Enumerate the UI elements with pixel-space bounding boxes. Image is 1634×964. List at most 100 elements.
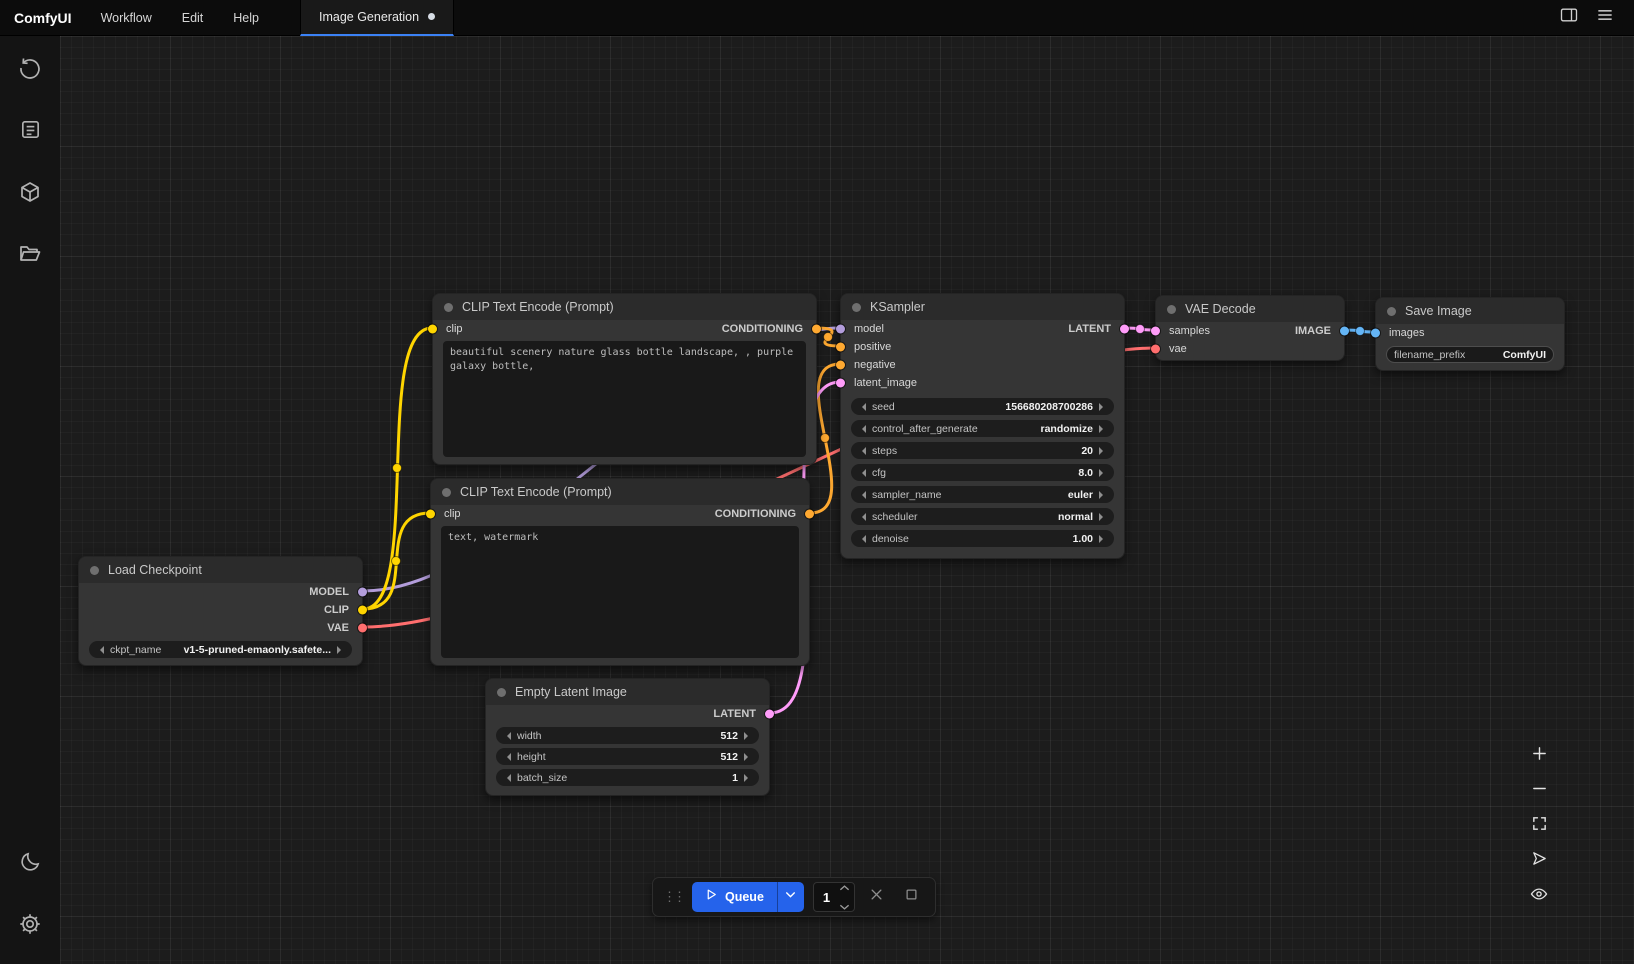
increment-icon[interactable] <box>744 774 752 782</box>
node-empty-latent-image[interactable]: Empty Latent Image LATENT width 512 heig… <box>485 678 770 796</box>
input-dot-latent-image[interactable] <box>836 379 845 388</box>
widget-steps[interactable]: steps 20 <box>851 442 1114 459</box>
node-header[interactable]: Save Image <box>1376 298 1564 324</box>
cancel-run-button[interactable] <box>864 884 890 910</box>
widget-batch-size[interactable]: batch_size 1 <box>496 769 759 786</box>
node-header[interactable]: Empty Latent Image <box>486 679 769 705</box>
stepper-down-icon[interactable] <box>839 898 850 916</box>
increment-icon[interactable] <box>1099 403 1107 411</box>
widget-scheduler[interactable]: scheduler normal <box>851 508 1114 525</box>
select-mode-button[interactable] <box>1522 847 1556 875</box>
menu-help[interactable]: Help <box>218 0 274 36</box>
toggle-panel-button[interactable] <box>1554 4 1584 32</box>
increment-icon[interactable] <box>1099 535 1107 543</box>
queue-button[interactable]: Queue <box>692 882 804 912</box>
zoom-out-button[interactable] <box>1522 777 1556 805</box>
increment-icon[interactable] <box>1099 447 1107 455</box>
fit-view-button[interactable] <box>1522 812 1556 840</box>
sidebar-model-library-button[interactable] <box>9 174 51 214</box>
node-graph-canvas[interactable]: Load Checkpoint MODEL CLIP VAE ckpt_name… <box>60 36 1634 964</box>
collapse-dot-icon[interactable] <box>1167 305 1176 314</box>
combo-prev-icon[interactable] <box>858 513 866 521</box>
input-dot-positive[interactable] <box>836 343 845 352</box>
decrement-icon[interactable] <box>858 535 866 543</box>
stepper-up-icon[interactable] <box>839 878 850 896</box>
main-menu-button[interactable] <box>1590 4 1620 32</box>
input-dot-clip[interactable] <box>428 325 437 334</box>
collapse-dot-icon[interactable] <box>852 303 861 312</box>
combo-prev-icon[interactable] <box>858 491 866 499</box>
decrement-icon[interactable] <box>858 469 866 477</box>
node-save-image[interactable]: Save Image images filename_prefix ComfyU… <box>1375 297 1565 371</box>
node-header[interactable]: KSampler <box>841 294 1124 320</box>
decrement-icon[interactable] <box>858 447 866 455</box>
decrement-icon[interactable] <box>503 774 511 782</box>
node-header[interactable]: CLIP Text Encode (Prompt) <box>433 294 816 320</box>
sidebar-node-library-button[interactable] <box>9 112 51 152</box>
collapse-dot-icon[interactable] <box>442 488 451 497</box>
combo-next-icon[interactable] <box>1099 425 1107 433</box>
increment-icon[interactable] <box>744 732 752 740</box>
input-dot-model[interactable] <box>836 325 845 334</box>
collapse-dot-icon[interactable] <box>1387 307 1396 316</box>
decrement-icon[interactable] <box>858 403 866 411</box>
node-clip-text-encode-positive[interactable]: CLIP Text Encode (Prompt) clip CONDITION… <box>432 293 817 465</box>
output-dot-model[interactable] <box>358 588 367 597</box>
input-dot-images[interactable] <box>1371 329 1380 338</box>
input-dot-negative[interactable] <box>836 361 845 370</box>
increment-icon[interactable] <box>744 753 752 761</box>
combo-prev-icon[interactable] <box>96 646 104 654</box>
sidebar-workflows-button[interactable] <box>9 236 51 276</box>
batch-count-stepper[interactable]: 1 <box>813 882 855 912</box>
node-vae-decode[interactable]: VAE Decode samples IMAGE vae <box>1155 295 1345 361</box>
node-ksampler[interactable]: KSampler model LATENT positive negative … <box>840 293 1125 559</box>
combo-prev-icon[interactable] <box>858 425 866 433</box>
node-header[interactable]: CLIP Text Encode (Prompt) <box>431 479 809 505</box>
output-dot-image[interactable] <box>1340 327 1349 336</box>
tab-image-generation[interactable]: Image Generation <box>300 0 454 36</box>
increment-icon[interactable] <box>1099 469 1107 477</box>
node-load-checkpoint[interactable]: Load Checkpoint MODEL CLIP VAE ckpt_name… <box>78 556 363 666</box>
collapse-dot-icon[interactable] <box>497 688 506 697</box>
widget-control-after-generate[interactable]: control_after_generate randomize <box>851 420 1114 437</box>
zoom-in-button[interactable] <box>1522 742 1556 770</box>
widget-ckpt-name[interactable]: ckpt_name v1-5-pruned-emaonly.safete... <box>89 641 352 658</box>
widget-cfg[interactable]: cfg 8.0 <box>851 464 1114 481</box>
widget-filename-prefix[interactable]: filename_prefix ComfyUI <box>1386 346 1554 363</box>
node-header[interactable]: Load Checkpoint <box>79 557 362 583</box>
combo-next-icon[interactable] <box>337 646 345 654</box>
widget-width[interactable]: width 512 <box>496 727 759 744</box>
queue-options-button[interactable] <box>777 882 804 912</box>
output-dot-latent[interactable] <box>765 710 774 719</box>
decrement-icon[interactable] <box>503 753 511 761</box>
sidebar-queue-history-button[interactable] <box>9 50 51 90</box>
drag-handle[interactable]: ⋮⋮ <box>663 889 683 905</box>
combo-next-icon[interactable] <box>1099 491 1107 499</box>
menu-workflow[interactable]: Workflow <box>86 0 167 36</box>
decrement-icon[interactable] <box>503 732 511 740</box>
widget-sampler-name[interactable]: sampler_name euler <box>851 486 1114 503</box>
input-dot-clip[interactable] <box>426 510 435 519</box>
prompt-textarea[interactable]: text, watermark <box>441 526 799 658</box>
prompt-textarea[interactable]: beautiful scenery nature glass bottle la… <box>443 341 806 457</box>
node-header[interactable]: VAE Decode <box>1156 296 1344 322</box>
node-clip-text-encode-negative[interactable]: CLIP Text Encode (Prompt) clip CONDITION… <box>430 478 810 666</box>
collapse-dot-icon[interactable] <box>444 303 453 312</box>
output-dot-clip[interactable] <box>358 606 367 615</box>
combo-next-icon[interactable] <box>1099 513 1107 521</box>
theme-toggle-button[interactable] <box>9 844 51 884</box>
output-dot-conditioning[interactable] <box>805 510 814 519</box>
output-dot-latent[interactable] <box>1120 325 1129 334</box>
input-dot-vae[interactable] <box>1151 345 1160 354</box>
collapse-dot-icon[interactable] <box>90 566 99 575</box>
input-dot-samples[interactable] <box>1151 327 1160 336</box>
settings-button[interactable] <box>9 906 51 946</box>
output-dot-conditioning[interactable] <box>812 325 821 334</box>
widget-denoise[interactable]: denoise 1.00 <box>851 530 1114 547</box>
widget-height[interactable]: height 512 <box>496 748 759 765</box>
menu-edit[interactable]: Edit <box>167 0 219 36</box>
clear-queue-button[interactable] <box>899 884 925 910</box>
output-dot-vae[interactable] <box>358 624 367 633</box>
widget-seed[interactable]: seed 156680208700286 <box>851 398 1114 415</box>
toggle-link-visibility-button[interactable] <box>1522 882 1556 910</box>
